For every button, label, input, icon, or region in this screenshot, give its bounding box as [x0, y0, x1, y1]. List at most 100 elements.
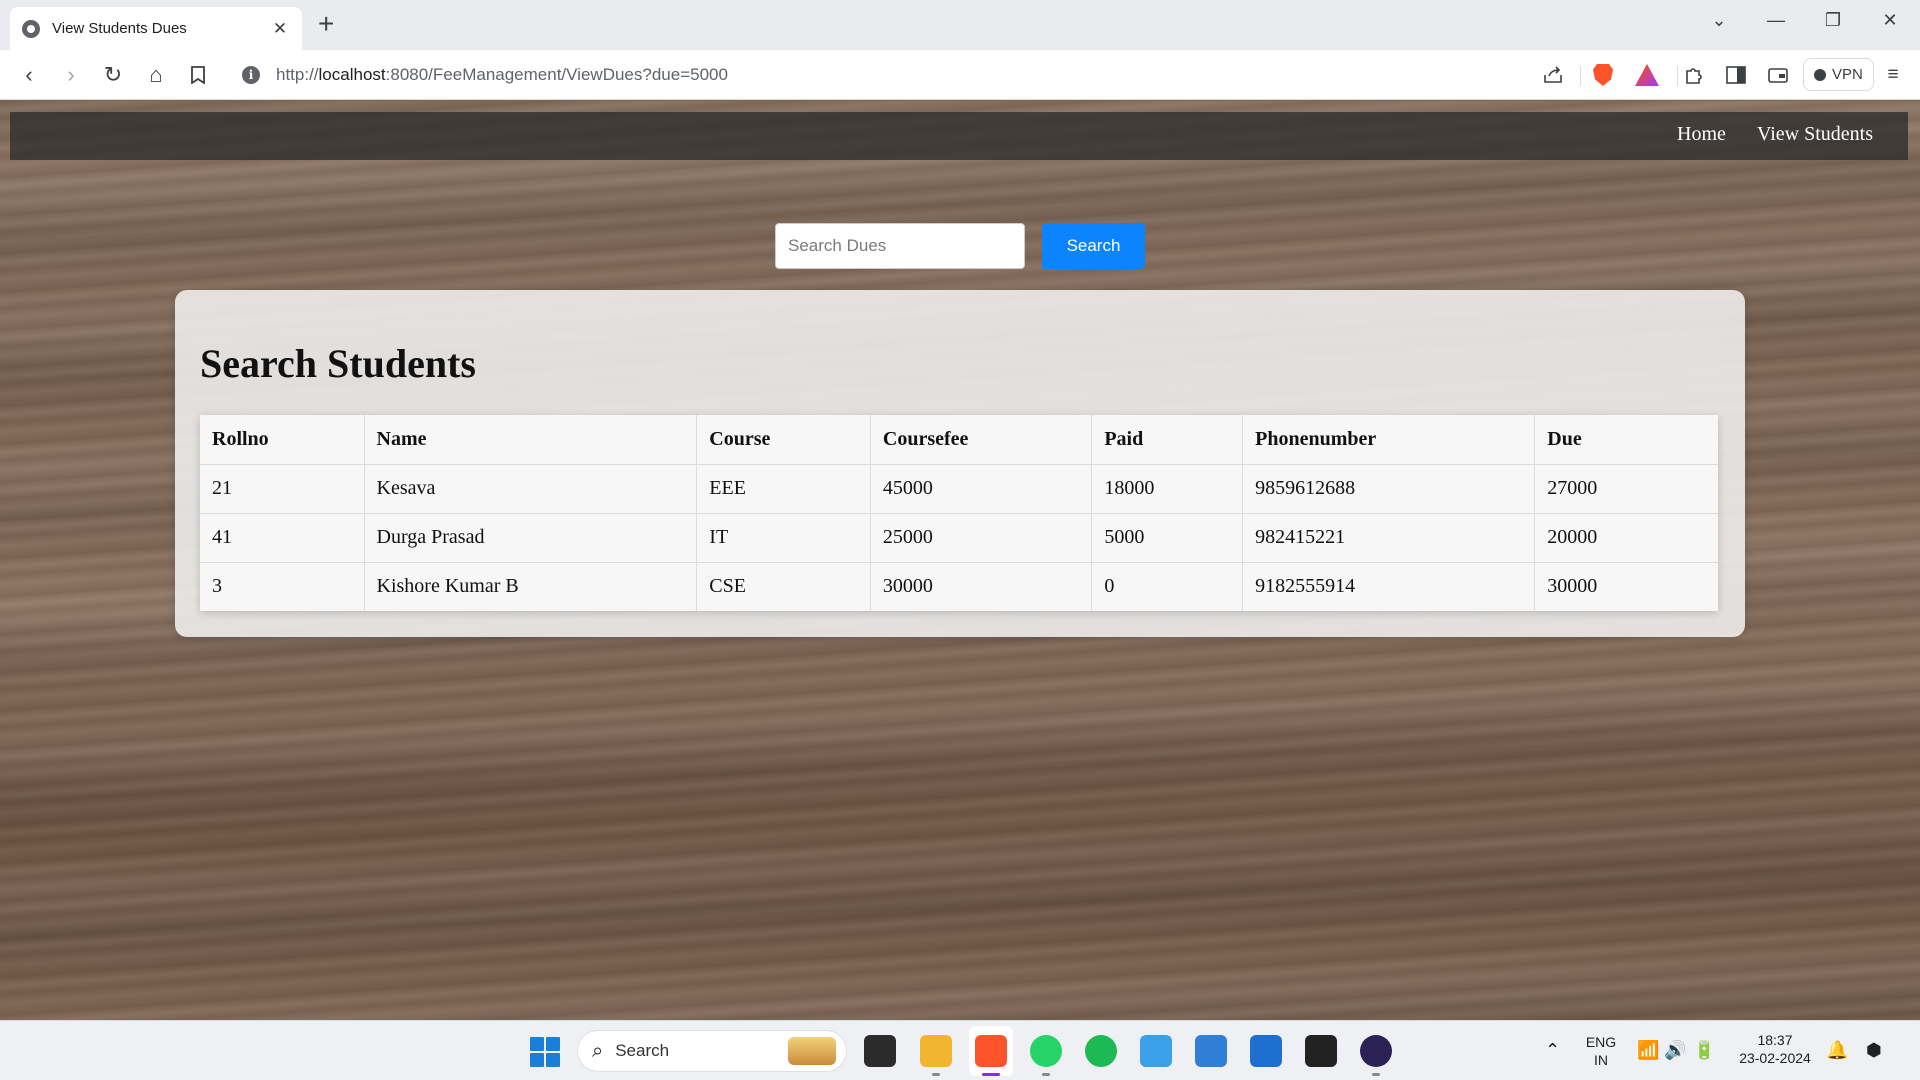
eclipse-icon[interactable] [1360, 1035, 1392, 1067]
cell-coursefee: 25000 [870, 513, 1093, 563]
search-icon: ⌕ [592, 1039, 604, 1062]
cell-rollno: 3 [200, 562, 365, 611]
whatsapp-icon[interactable] [1030, 1035, 1062, 1067]
app-running-indicator [932, 1073, 940, 1076]
spotify-icon[interactable] [1085, 1035, 1117, 1067]
search-button[interactable]: Search [1042, 223, 1145, 269]
cell-phonenumber: 9182555914 [1242, 562, 1536, 611]
home-icon[interactable]: ⌂ [143, 62, 169, 88]
url-path: :8080/FeeManagement/ViewDues?due=5000 [385, 65, 728, 84]
search-highlight-icon [788, 1037, 836, 1065]
battery-icon[interactable]: 🔋 [1693, 1040, 1715, 1061]
column-header-phonenumber: Phonenumber [1242, 415, 1536, 465]
notification-bell-icon[interactable]: 🔔 [1826, 1040, 1848, 1061]
table-row: 41 Durga Prasad IT 25000 5000 982415221 … [200, 513, 1718, 563]
restore-button[interactable]: ❐ [1813, 6, 1853, 34]
column-header-due: Due [1534, 415, 1718, 465]
column-header-paid: Paid [1091, 415, 1244, 465]
folder-icon[interactable] [920, 1035, 952, 1067]
cell-paid: 18000 [1091, 464, 1244, 514]
browser-tab-bar: View Students Dues ✕ + ⌄ — ❐ ✕ [0, 0, 1920, 50]
notepad-icon[interactable] [1140, 1035, 1172, 1067]
back-icon[interactable]: ‹ [16, 62, 42, 88]
browser-toolbar: ‹ › ↻ ⌂ i http://localhost:8080/FeeManag… [0, 50, 1920, 124]
menu-icon[interactable]: ≡ [1879, 62, 1907, 88]
cell-paid: 0 [1091, 562, 1244, 611]
column-header-rollno: Rollno [200, 415, 365, 465]
table-header-row: Rollno Name Course Coursefee Paid Phonen… [200, 415, 1718, 465]
cell-course: CSE [696, 562, 871, 611]
table-row: 3 Kishore Kumar B CSE 30000 0 9182555914… [200, 562, 1718, 611]
nav-link-view-students[interactable]: View Students [1757, 123, 1873, 146]
search-dues-input[interactable] [775, 223, 1025, 269]
url-host: localhost [318, 65, 386, 84]
cell-due: 30000 [1547, 575, 1598, 598]
table-row: 21 Kesava EEE 45000 18000 9859612688 270… [200, 464, 1718, 514]
bookmark-icon[interactable] [185, 62, 211, 88]
new-tab-button[interactable]: + [318, 10, 334, 38]
copilot-icon[interactable]: ⬢ [1866, 1040, 1882, 1061]
vpn-status-icon [1814, 68, 1826, 81]
tab-title: View Students Dues [52, 20, 187, 37]
clock[interactable]: 18:37 23-02-2024 [1732, 1031, 1818, 1067]
app-active-indicator [982, 1073, 1000, 1076]
column-header-name: Name [364, 415, 698, 465]
minimize-button[interactable]: — [1756, 6, 1796, 34]
clock-date: 23-02-2024 [1739, 1050, 1811, 1066]
windows-start-icon[interactable] [530, 1037, 560, 1067]
extensions-icon[interactable] [1680, 62, 1708, 88]
cell-course: IT [696, 513, 871, 563]
taskbar: ⌕ Search ⌃ ENG IN 📶 🔊 🔋 18:37 23-02-2024… [0, 1020, 1920, 1080]
results-card: Search Students Rollno Name Course Cours… [175, 290, 1745, 637]
cell-rollno: 21 [200, 464, 365, 514]
students-table: Rollno Name Course Coursefee Paid Phonen… [200, 415, 1718, 611]
column-header-coursefee: Coursefee [870, 415, 1093, 465]
forward-icon[interactable]: › [58, 62, 84, 88]
site-navbar: Home View Students [10, 112, 1908, 160]
cell-phonenumber: 982415221 [1242, 513, 1536, 563]
wifi-icon[interactable]: 📶 [1637, 1040, 1659, 1061]
close-tab-icon[interactable]: ✕ [270, 19, 290, 39]
tab-search-chevron-icon[interactable]: ⌄ [1699, 6, 1739, 34]
reload-icon[interactable]: ↻ [100, 62, 126, 88]
sidebar-icon[interactable] [1722, 62, 1750, 88]
nav-link-home[interactable]: Home [1677, 123, 1726, 146]
taskbar-search-label: Search [615, 1041, 670, 1060]
info-icon[interactable]: i [242, 66, 260, 84]
cell-paid: 5000 [1091, 513, 1244, 563]
page-title: Search Students [200, 341, 476, 386]
photos-icon[interactable] [1195, 1035, 1227, 1067]
browser-tab[interactable]: View Students Dues ✕ [10, 7, 302, 50]
cell-name: Durga Prasad [364, 513, 698, 563]
cell-course: EEE [696, 464, 871, 514]
cell-due: 27000 [1534, 464, 1718, 514]
task-view-icon[interactable] [864, 1035, 896, 1067]
cell-coursefee: 30000 [870, 562, 1093, 611]
region-label: IN [1594, 1052, 1608, 1068]
volume-icon[interactable]: 🔊 [1664, 1040, 1686, 1061]
vpn-button[interactable]: VPN [1803, 58, 1874, 91]
cell-phonenumber: 9859612688 [1242, 464, 1536, 514]
brave-browser-icon[interactable] [975, 1035, 1007, 1067]
store-icon[interactable] [1250, 1035, 1282, 1067]
globe-icon [22, 19, 40, 38]
cell-due: 20000 [1534, 513, 1718, 563]
show-hidden-icons-chevron-icon[interactable]: ⌃ [1545, 1040, 1560, 1061]
language-indicator[interactable]: ENG IN [1580, 1033, 1622, 1069]
clock-time: 18:37 [1757, 1032, 1793, 1048]
sticky-notes-icon[interactable] [1305, 1035, 1337, 1067]
url-text[interactable]: http://localhost:8080/FeeManagement/View… [276, 65, 728, 85]
address-bar[interactable]: i http://localhost:8080/FeeManagement/Vi… [230, 56, 1530, 94]
taskbar-search[interactable]: ⌕ Search [577, 1030, 847, 1072]
page-content: Home View Students Search Search Student… [0, 101, 1920, 1020]
app-running-indicator [1042, 1073, 1050, 1076]
search-form: Search [775, 223, 1145, 269]
language-label: ENG [1585, 1034, 1617, 1050]
app-running-indicator [1372, 1073, 1380, 1076]
share-icon[interactable] [1539, 62, 1567, 88]
close-window-button[interactable]: ✕ [1870, 6, 1910, 34]
brave-shields-icon[interactable] [1589, 62, 1617, 88]
brave-rewards-icon[interactable] [1633, 62, 1661, 88]
wallet-icon[interactable] [1764, 62, 1792, 88]
column-header-course: Course [696, 415, 871, 465]
